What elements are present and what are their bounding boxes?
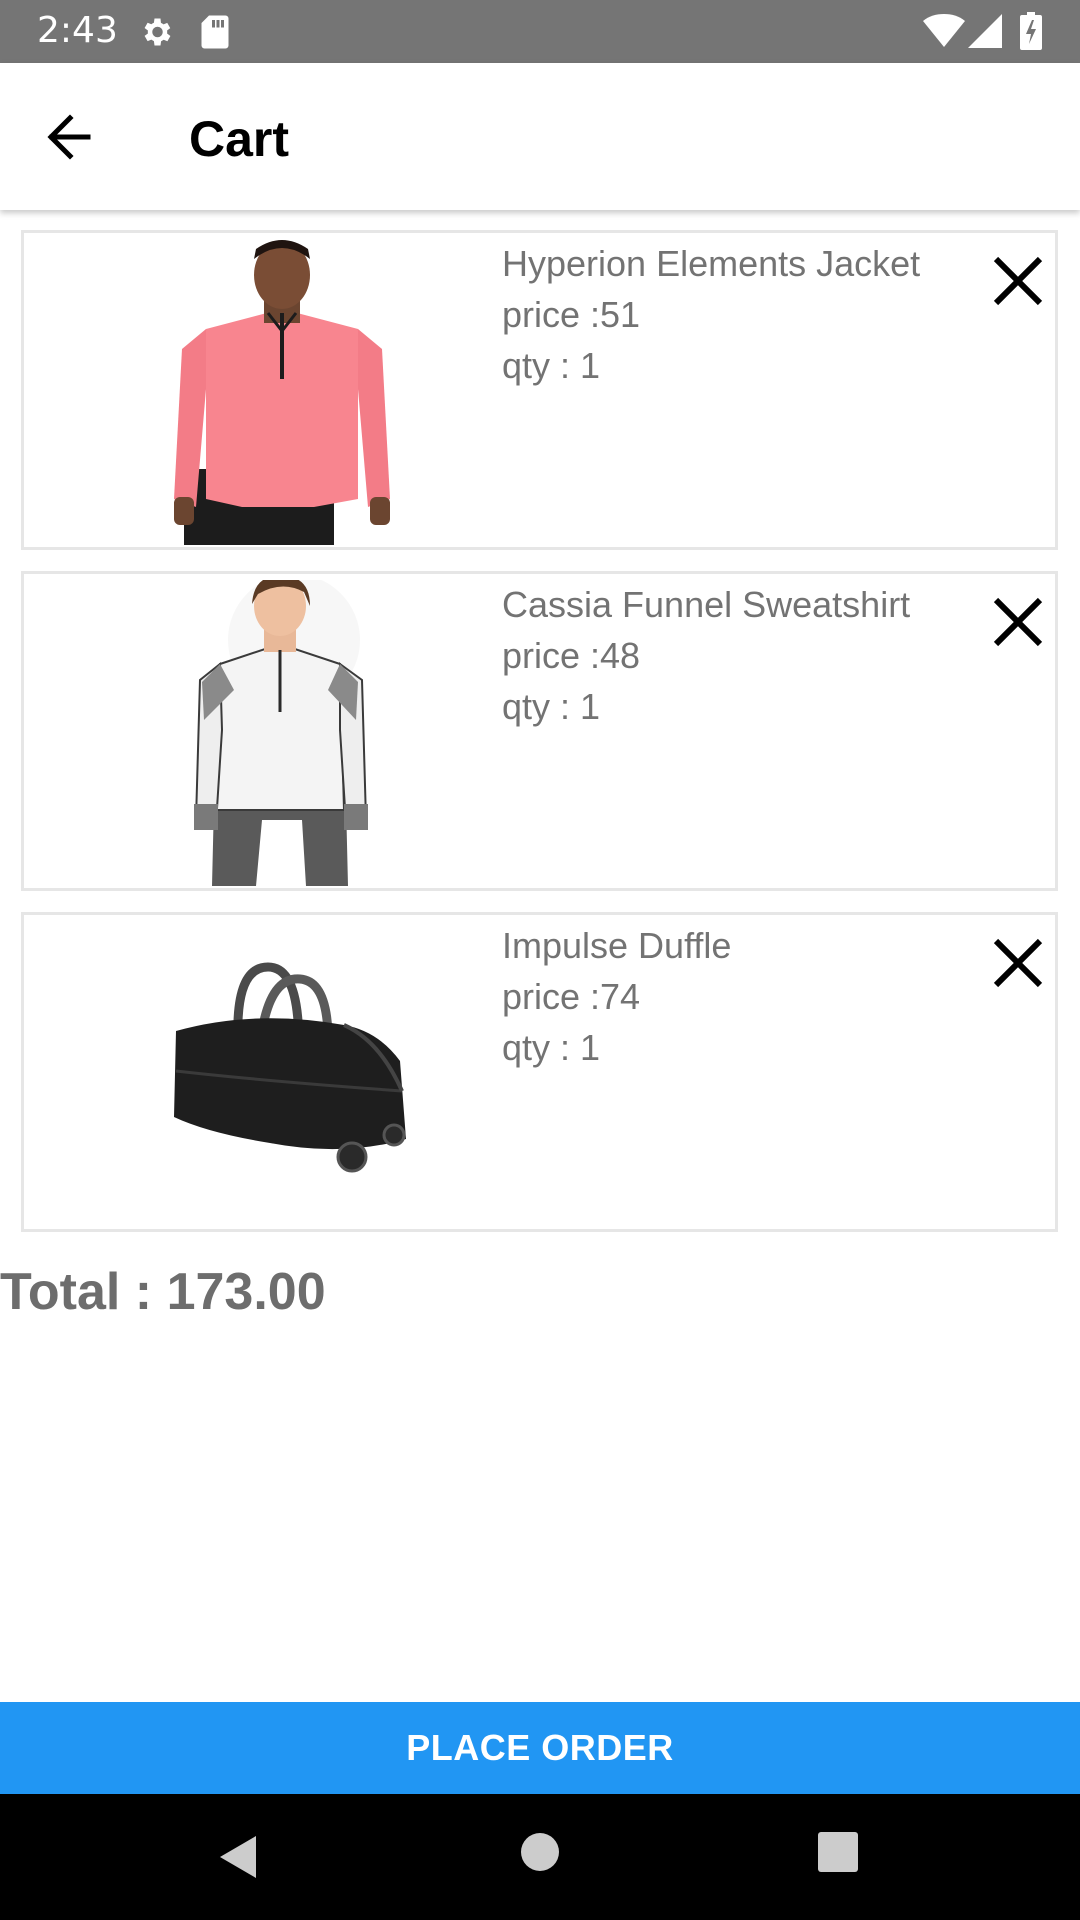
cart-item[interactable]: Cassia Funnel Sweatshirt price :48 qty :… [21,571,1058,891]
close-icon[interactable] [986,931,1050,995]
item-price: price :74 [502,976,641,1017]
item-price: price :48 [502,635,641,676]
sd-card-icon [201,15,229,49]
item-qty: qty : 1 [502,345,601,386]
wifi-icon [923,14,965,47]
item-price: price :51 [502,294,641,335]
battery-charging-icon [1020,12,1042,50]
item-qty: qty : 1 [502,1027,601,1068]
white-sweatshirt-photo [194,580,368,886]
navigation-bar [0,1794,1080,1920]
gear-icon [144,18,171,46]
status-bar: 2:43 [0,0,1080,63]
item-name: Hyperion Elements Jacket [502,243,921,284]
signal-icon [968,14,1002,48]
item-name: Impulse Duffle [502,925,732,966]
item-name: Cassia Funnel Sweatshirt [502,584,911,625]
close-icon[interactable] [986,249,1050,313]
cart-item[interactable]: Hyperion Elements Jacket price :51 qty :… [21,230,1058,550]
nav-home-icon[interactable] [520,1832,560,1872]
pink-jacket-photo [174,240,390,545]
status-time: 2:43 [37,10,118,51]
arrow-back-icon[interactable] [36,107,110,167]
close-icon[interactable] [986,590,1050,654]
nav-back-icon[interactable] [214,1832,264,1882]
nav-recents-icon[interactable] [816,1830,860,1874]
app-bar: Cart [0,63,1080,210]
item-qty: qty : 1 [502,686,601,727]
place-order-button[interactable]: PLACE ORDER [0,1702,1080,1794]
page-title: Cart [189,111,290,167]
black-duffle-bag-photo [174,962,406,1173]
cart-total: Total : 173.00 [0,1263,326,1321]
cart-item[interactable]: Impulse Duffle price :74 qty : 1 [21,912,1058,1232]
